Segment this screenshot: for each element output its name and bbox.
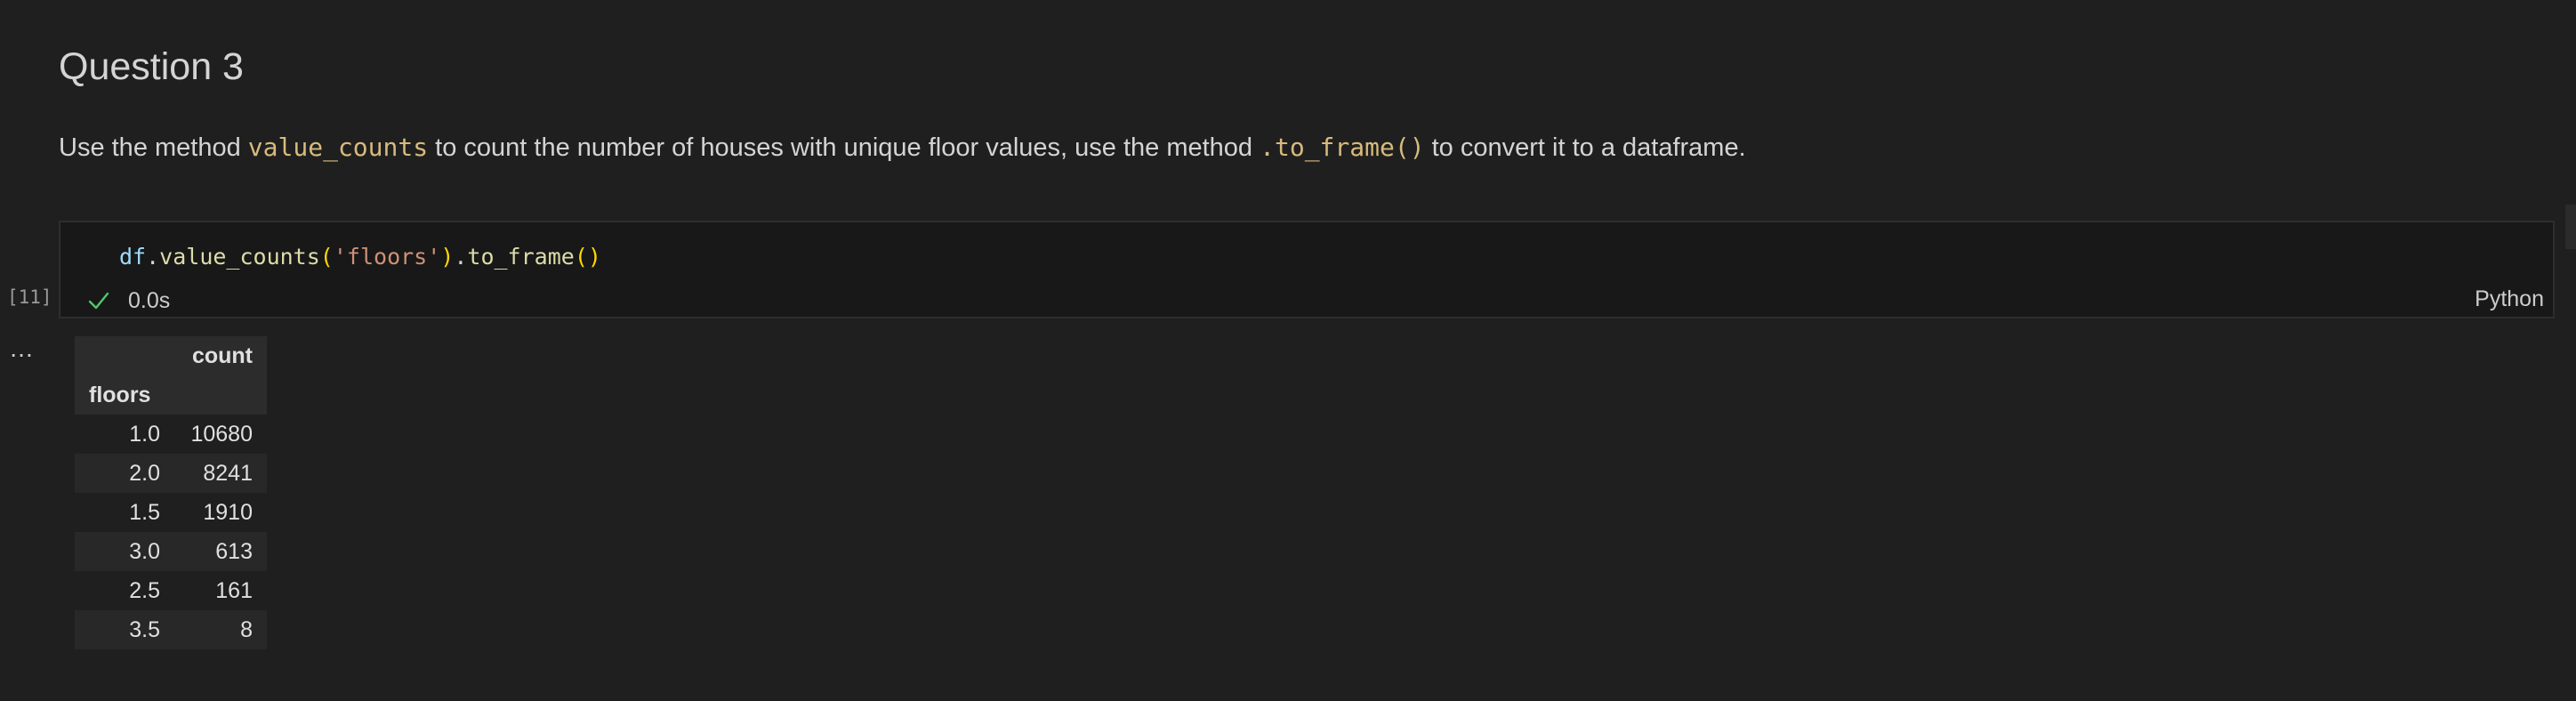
code-token-paren: ) (440, 244, 455, 270)
row-count: 161 (174, 571, 267, 610)
inline-code-to-frame: .to_frame() (1260, 133, 1425, 162)
table-index-name-row: floors (75, 375, 267, 415)
row-index: 3.0 (75, 532, 174, 571)
row-index: 3.5 (75, 610, 174, 649)
table-corner-cell (75, 336, 174, 375)
code-cell[interactable]: df.value_counts('floors').to_frame() 0.0… (59, 221, 2555, 318)
execution-duration: 0.0s (128, 287, 171, 313)
row-index: 2.0 (75, 454, 174, 493)
row-index: 1.5 (75, 493, 174, 532)
dataframe-output-table: count floors 1.0 10680 2.0 8241 1.5 1910… (75, 336, 267, 649)
code-token-paren: ( (319, 244, 334, 270)
description-text-3: to convert it to a dataframe. (1424, 133, 1746, 162)
row-count: 10680 (174, 415, 267, 454)
row-count: 8241 (174, 454, 267, 493)
inline-code-value-counts: value_counts (247, 133, 429, 162)
table-row: 1.5 1910 (75, 493, 267, 532)
table-row: 3.5 8 (75, 610, 267, 649)
row-index: 2.5 (75, 571, 174, 610)
table-empty-header-cell (174, 375, 267, 415)
code-token-dot: . (454, 244, 468, 270)
kernel-language-picker[interactable]: Python (2475, 286, 2544, 312)
row-count: 1910 (174, 493, 267, 532)
table-row: 2.0 8241 (75, 454, 267, 493)
code-token-paren: ( (574, 244, 588, 270)
code-token-variable: df (119, 244, 147, 270)
execution-count: [11] (7, 286, 52, 308)
code-token-paren: ) (587, 244, 601, 270)
row-index: 1.0 (75, 415, 174, 454)
question-description: Use the method value_counts to count the… (59, 129, 1746, 166)
question-heading: Question 3 (59, 45, 244, 88)
output-more-actions-button[interactable]: … (9, 334, 35, 363)
column-header-count: count (174, 336, 267, 375)
table-row: 1.0 10680 (75, 415, 267, 454)
row-count: 8 (174, 610, 267, 649)
table-row: 2.5 161 (75, 571, 267, 610)
description-text-1: Use the method (59, 133, 248, 162)
index-name-floors: floors (75, 375, 174, 415)
execution-status: 0.0s (87, 285, 170, 317)
code-token-function: to_frame (467, 244, 575, 270)
table-row: 3.0 613 (75, 532, 267, 571)
code-editor-line[interactable]: df.value_counts('floors').to_frame() (119, 240, 601, 274)
row-count: 613 (174, 532, 267, 571)
description-text-2: to count the number of houses with uniqu… (428, 133, 1260, 162)
notebook-page: Question 3 Use the method value_counts t… (0, 0, 2576, 701)
scrollbar-thumb[interactable] (2565, 205, 2576, 249)
table-header-row: count (75, 336, 267, 375)
check-icon (88, 292, 109, 310)
code-token-dot: . (146, 244, 160, 270)
code-token-function: value_counts (159, 244, 320, 270)
code-token-string: 'floors' (333, 244, 441, 270)
